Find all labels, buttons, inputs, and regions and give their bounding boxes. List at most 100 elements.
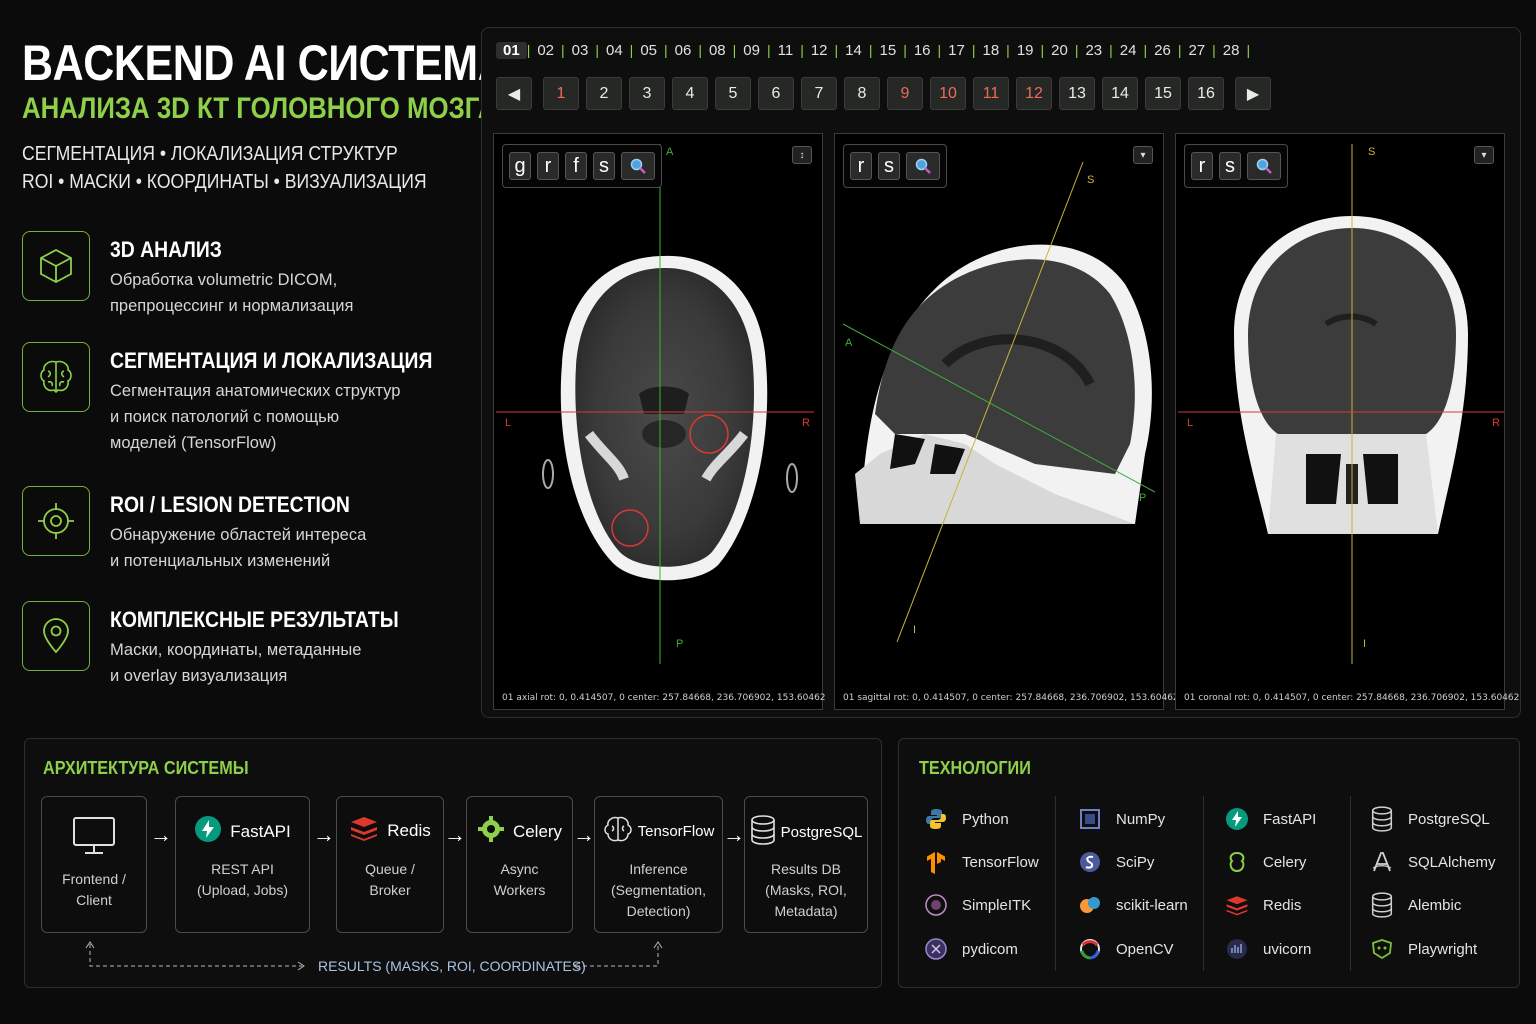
series-tab-24[interactable]: 24 — [1113, 42, 1144, 59]
feature-title: КОМПЛЕКСНЫЕ РЕЗУЛЬТАТЫ — [110, 607, 399, 632]
node-tensorflow: TensorFlow Inference (Segmentation, Detect… — [594, 796, 723, 933]
results-label: RESULTS (MASKS, ROI, COORDINATES) — [318, 958, 586, 974]
feature-roi-detection: ROI / LESION DETECTION Обнаружение облас… — [22, 486, 462, 570]
tech-item: scikit-learn — [1078, 893, 1188, 917]
divider — [1203, 796, 1204, 971]
tech-item: Alembic — [1370, 892, 1461, 918]
axis-label-bottom: I — [913, 624, 917, 636]
page-title: BACKEND AI СИСТЕМА — [22, 35, 509, 91]
tool-s-button[interactable]: s — [878, 152, 900, 180]
playwright-icon — [1370, 937, 1394, 961]
coronal-status-text: 01 coronal rot: 0, 0.414507, 0 center: 2… — [1184, 693, 1520, 703]
tech-item: uvicorn — [1225, 937, 1311, 961]
axis-label-top: A — [666, 146, 674, 158]
series-tab-15[interactable]: 15 — [873, 42, 904, 59]
tool-s-button[interactable]: s — [593, 152, 615, 180]
page-button-15[interactable]: 15 — [1145, 77, 1181, 110]
tool-r-button[interactable]: r — [850, 152, 872, 180]
magnifier-icon[interactable] — [906, 152, 940, 180]
series-tab-19[interactable]: 19 — [1010, 42, 1041, 59]
page-button-3[interactable]: 3 — [629, 77, 665, 110]
series-tab-20[interactable]: 20 — [1044, 42, 1075, 59]
page-button-7[interactable]: 7 — [801, 77, 837, 110]
page-button-14[interactable]: 14 — [1102, 77, 1138, 110]
tech-item: NumPy — [1078, 807, 1165, 831]
node-desc: REST API (Upload, Jobs) — [196, 861, 289, 898]
cube-icon — [22, 231, 90, 301]
arrow-icon: → — [444, 822, 466, 847]
series-tabs: 01 | 02 | 03 | 04 | 05 | 06 | 08 | 09 | 11 | 12 | 14 | 15 | 16 | 1… — [496, 39, 1250, 61]
panel-menu-button[interactable]: ▾ — [1474, 146, 1494, 164]
series-tab-16[interactable]: 16 — [907, 42, 938, 59]
tool-r-button[interactable]: r — [537, 152, 559, 180]
feature-segmentation: СЕГМЕНТАЦИЯ И ЛОКАЛИЗАЦИЯ Сегментация ан… — [22, 342, 462, 462]
page-button-6[interactable]: 6 — [758, 77, 794, 110]
tech-item: pydicom — [924, 937, 1018, 961]
node-desc: Results DB (Masks, ROI, Metadata) — [765, 861, 847, 919]
node-celery: Celery Async Workers — [466, 796, 573, 933]
panel-menu-button[interactable]: ▾ — [1133, 146, 1153, 164]
magnifier-icon[interactable] — [1247, 152, 1281, 180]
feature-3d-analysis: 3D АНАЛИЗ Обработка volumetric DICOM, пре… — [22, 231, 462, 315]
page-button-4[interactable]: 4 — [672, 77, 708, 110]
arrow-icon: → — [573, 822, 595, 847]
series-tab-06[interactable]: 06 — [668, 42, 699, 59]
redis-icon — [349, 815, 379, 846]
series-tab-27[interactable]: 27 — [1181, 42, 1212, 59]
page-button-5[interactable]: 5 — [715, 77, 751, 110]
database-icon — [750, 815, 776, 849]
series-tab-18[interactable]: 18 — [975, 42, 1006, 59]
tagline-2: ROI • МАСКИ • КООРДИНАТЫ • ВИЗУАЛИЗАЦИЯ — [22, 171, 427, 193]
axial-view-panel[interactable]: g r f s ↕ A P L R 01 axial rot: 0, 0.414… — [493, 133, 826, 710]
series-tab-17[interactable]: 17 — [941, 42, 972, 59]
monitor-icon — [42, 815, 146, 857]
node-fastapi: FastAPI REST API (Upload, Jobs) — [175, 796, 310, 933]
series-tab-03[interactable]: 03 — [565, 42, 596, 59]
series-tab-04[interactable]: 04 — [599, 42, 630, 59]
series-tab-23[interactable]: 23 — [1078, 42, 1109, 59]
series-tab-09[interactable]: 09 — [736, 42, 767, 59]
node-name: Redis — [387, 820, 431, 840]
sagittal-view-panel[interactable]: r s ▾ S I A P 01 sagittal rot: 0, 0.4145… — [834, 133, 1179, 710]
tool-s-button[interactable]: s — [1219, 152, 1241, 180]
node-name: FastAPI — [230, 821, 291, 841]
series-tab-11[interactable]: 11 — [771, 42, 801, 59]
page-button-13[interactable]: 13 — [1059, 77, 1095, 110]
series-tab-26[interactable]: 26 — [1147, 42, 1178, 59]
series-tab-28[interactable]: 28 — [1216, 42, 1247, 59]
axis-label-right: R — [1492, 417, 1500, 429]
node-desc: Async Workers — [493, 861, 546, 898]
page-button-8[interactable]: 8 — [844, 77, 880, 110]
magnifier-icon[interactable] — [621, 152, 655, 180]
series-tab-12[interactable]: 12 — [804, 42, 835, 59]
tool-r-button[interactable]: r — [1191, 152, 1213, 180]
page-button-10[interactable]: 10 — [930, 77, 966, 110]
feature-title: 3D АНАЛИЗ — [110, 237, 222, 262]
prev-page-button[interactable]: ◀ — [496, 77, 532, 110]
page-button-1[interactable]: 1 — [543, 77, 579, 110]
page-button-11[interactable]: 11 — [973, 77, 1009, 110]
tech-item: SQLAlchemy — [1370, 850, 1496, 874]
series-tab-08[interactable]: 08 — [702, 42, 733, 59]
redis-icon — [1225, 893, 1249, 917]
tech-item: PostgreSQL — [1370, 806, 1490, 832]
series-tab-02[interactable]: 02 — [530, 42, 561, 59]
divider — [1350, 796, 1351, 971]
scipy-icon — [1078, 850, 1102, 874]
page-button-16[interactable]: 16 — [1188, 77, 1224, 110]
node-desc: Queue / Broker — [365, 861, 415, 898]
feature-desc: Обработка volumetric DICOM, препроцессинг… — [110, 271, 354, 315]
coronal-toolbar: r s — [1184, 144, 1288, 188]
tool-g-button[interactable]: g — [509, 152, 531, 180]
panel-menu-button[interactable]: ↕ — [792, 146, 812, 164]
coronal-view-panel[interactable]: r s ▾ S I L R 01 coronal rot: 0, 0.41450… — [1175, 133, 1519, 710]
target-icon — [22, 486, 90, 556]
series-tab-14[interactable]: 14 — [838, 42, 869, 59]
next-page-button[interactable]: ▶ — [1235, 77, 1271, 110]
page-button-2[interactable]: 2 — [586, 77, 622, 110]
page-button-12[interactable]: 12 — [1016, 77, 1052, 110]
series-tab-05[interactable]: 05 — [633, 42, 664, 59]
tool-f-button[interactable]: f — [565, 152, 587, 180]
series-tab-01[interactable]: 01 — [496, 41, 527, 59]
page-button-9[interactable]: 9 — [887, 77, 923, 110]
